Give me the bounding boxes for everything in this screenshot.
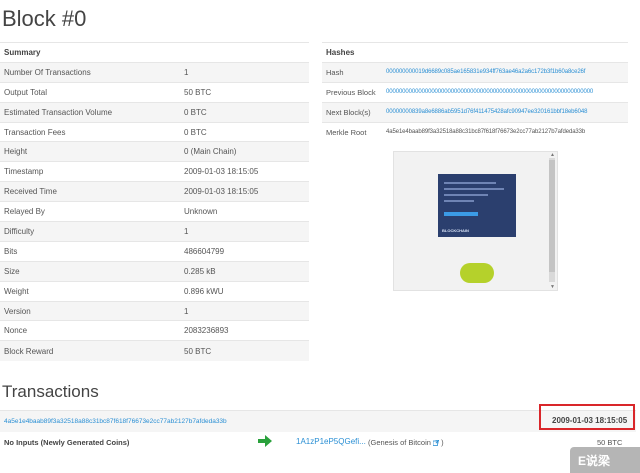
summary-value: 2009-01-03 18:15:05 bbox=[180, 161, 309, 182]
hashes-header-row: Hashes bbox=[322, 42, 628, 63]
summary-value: 0 BTC bbox=[180, 101, 309, 123]
ad-text-line bbox=[444, 182, 496, 184]
ad-pill-button[interactable] bbox=[460, 263, 494, 283]
previous-block-link[interactable]: 0000000000000000000000000000000000000000… bbox=[382, 81, 628, 103]
summary-row: Estimated Transaction Volume 0 BTC bbox=[0, 101, 309, 123]
summary-row: Transaction Fees 0 BTC bbox=[0, 121, 309, 142]
summary-value: 50 BTC bbox=[180, 340, 309, 361]
summary-label: Weight bbox=[0, 280, 180, 302]
transaction-time: 2009-01-03 18:15:05 bbox=[552, 416, 628, 425]
summary-value: 1 bbox=[180, 221, 309, 242]
summary-value: 2009-01-03 18:15:05 bbox=[180, 181, 309, 202]
summary-label: Difficulty bbox=[0, 221, 180, 242]
hash-row: Merkle Root 4a5e1e4baab89f3a32518a88c31bc… bbox=[322, 121, 628, 142]
summary-label: Version bbox=[0, 300, 180, 321]
genesis-note-text: (Genesis of Bitcoin bbox=[368, 438, 431, 447]
hash-row: Previous Block 00000000000000000000000000… bbox=[322, 81, 628, 103]
output-address-link[interactable]: 1A1zP1eP5QGefi... bbox=[296, 437, 366, 446]
summary-row: Nonce 2083236893 bbox=[0, 320, 309, 341]
hash-label: Hash bbox=[322, 61, 382, 83]
scroll-down-icon[interactable]: ▼ bbox=[550, 284, 555, 290]
hash-label: Previous Block bbox=[322, 81, 382, 103]
summary-row: Received Time 2009-01-03 18:15:05 bbox=[0, 181, 309, 202]
hashes-table: Hashes Hash 000000000019d6689c085ae165831… bbox=[322, 42, 628, 142]
summary-table: Summary Number Of Transactions 1 Output T… bbox=[0, 42, 309, 361]
summary-label: Output Total bbox=[0, 81, 180, 103]
summary-row: Weight 0.896 kWU bbox=[0, 280, 309, 302]
transaction-row: No Inputs (Newly Generated Coins) 1A1zP1… bbox=[0, 432, 636, 452]
summary-label: Size bbox=[0, 260, 180, 282]
output-amount: 50 BTC bbox=[597, 438, 623, 447]
summary-row: Output Total 50 BTC bbox=[0, 81, 309, 103]
summary-label: Block Reward bbox=[0, 340, 180, 361]
hash-label: Next Block(s) bbox=[322, 101, 382, 123]
genesis-note: (Genesis of Bitcoin ) bbox=[368, 438, 444, 447]
summary-value: 1 bbox=[180, 61, 309, 83]
arrow-right-icon bbox=[258, 435, 272, 447]
relayed-by-link[interactable]: Unknown bbox=[180, 201, 309, 222]
summary-value: 1 bbox=[180, 300, 309, 321]
next-block-link[interactable]: 00000000839a8e6886ab5951d76f411475428afc… bbox=[382, 101, 628, 123]
watermark-text: E说梁 bbox=[578, 454, 611, 468]
ad-text-line bbox=[444, 194, 488, 196]
summary-value: 0 BTC bbox=[180, 121, 309, 142]
summary-value: 50 BTC bbox=[180, 81, 309, 103]
hash-label: Merkle Root bbox=[322, 121, 382, 142]
ad-frame[interactable]: BLOCKCHAIN ▲ ▼ bbox=[393, 151, 558, 291]
summary-row: Number Of Transactions 1 bbox=[0, 61, 309, 83]
hash-link[interactable]: 000000000019d6689c085ae165831e934ff763ae… bbox=[382, 61, 628, 83]
summary-label: Relayed By bbox=[0, 201, 180, 222]
height-link[interactable]: 0 (Main Chain) bbox=[180, 141, 309, 162]
scroll-up-icon[interactable]: ▲ bbox=[550, 152, 555, 158]
ad-text-line bbox=[444, 200, 474, 202]
transaction-hash-link[interactable]: 4a5e1e4baab89f3a32518a88c31bc87f618f7667… bbox=[4, 418, 227, 425]
hashes-header: Hashes bbox=[322, 42, 628, 63]
summary-label: Transaction Fees bbox=[0, 121, 180, 142]
summary-label: Bits bbox=[0, 240, 180, 262]
transaction-inputs: No Inputs (Newly Generated Coins) bbox=[4, 438, 130, 447]
summary-value: 486604799 bbox=[180, 240, 309, 262]
summary-row: Version 1 bbox=[0, 300, 309, 321]
summary-value: 0.285 kB bbox=[180, 260, 309, 282]
summary-label: Nonce bbox=[0, 320, 180, 341]
genesis-note-close: ) bbox=[441, 438, 444, 447]
hash-row: Next Block(s) 00000000839a8e6886ab5951d76… bbox=[322, 101, 628, 123]
ad-text-line bbox=[444, 188, 504, 190]
summary-value: 2083236893 bbox=[180, 320, 309, 341]
hash-row: Hash 000000000019d6689c085ae165831e934ff7… bbox=[322, 61, 628, 83]
summary-row: Height 0 (Main Chain) bbox=[0, 141, 309, 162]
summary-header: Summary bbox=[0, 42, 309, 63]
watermark: E说梁 bbox=[570, 447, 640, 473]
summary-row: Block Reward 50 BTC bbox=[0, 340, 309, 361]
ad-scrollbar-thumb[interactable] bbox=[549, 160, 555, 272]
summary-row: Timestamp 2009-01-03 18:15:05 bbox=[0, 161, 309, 182]
summary-header-row: Summary bbox=[0, 42, 309, 63]
ad-cta-button[interactable] bbox=[444, 212, 478, 216]
merkle-root-value: 4a5e1e4baab89f3a32518a88c31bc87f618f7667… bbox=[382, 121, 628, 142]
summary-row: Difficulty 1 bbox=[0, 221, 309, 242]
summary-value: 0.896 kWU bbox=[180, 280, 309, 302]
summary-label: Received Time bbox=[0, 181, 180, 202]
transactions-title: Transactions bbox=[2, 382, 99, 401]
external-link-icon[interactable] bbox=[433, 440, 440, 446]
ad-banner[interactable]: BLOCKCHAIN bbox=[438, 174, 516, 237]
page-title: Block #0 bbox=[2, 6, 87, 31]
ad-brand-logo: BLOCKCHAIN bbox=[442, 228, 469, 233]
summary-row: Relayed By Unknown bbox=[0, 201, 309, 222]
summary-label: Timestamp bbox=[0, 161, 180, 182]
summary-row: Size 0.285 kB bbox=[0, 260, 309, 282]
summary-label: Height bbox=[0, 141, 180, 162]
summary-label: Estimated Transaction Volume bbox=[0, 101, 180, 123]
summary-label: Number Of Transactions bbox=[0, 61, 180, 83]
summary-row: Bits 486604799 bbox=[0, 240, 309, 262]
